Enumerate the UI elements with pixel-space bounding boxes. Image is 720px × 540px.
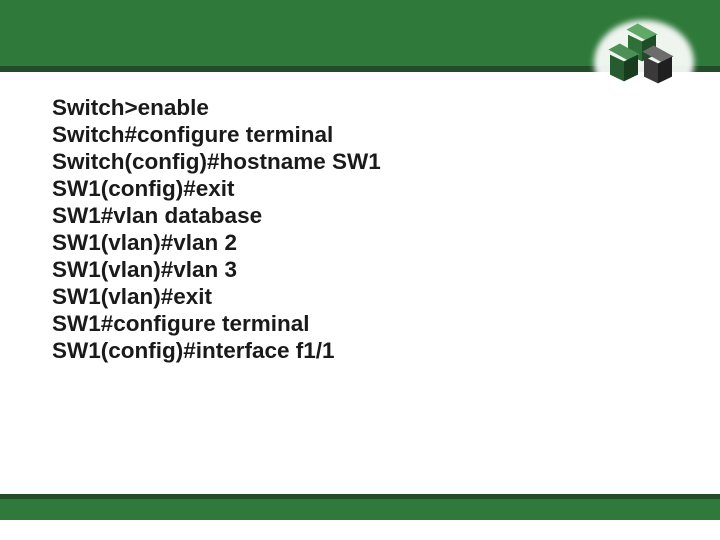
slide-footer-bar (0, 494, 720, 520)
terminal-output: Switch>enable Switch#configure terminal … (52, 94, 668, 364)
cubes-logo-icon (604, 30, 682, 92)
slide-body: Switch>enable Switch#configure terminal … (52, 94, 668, 480)
